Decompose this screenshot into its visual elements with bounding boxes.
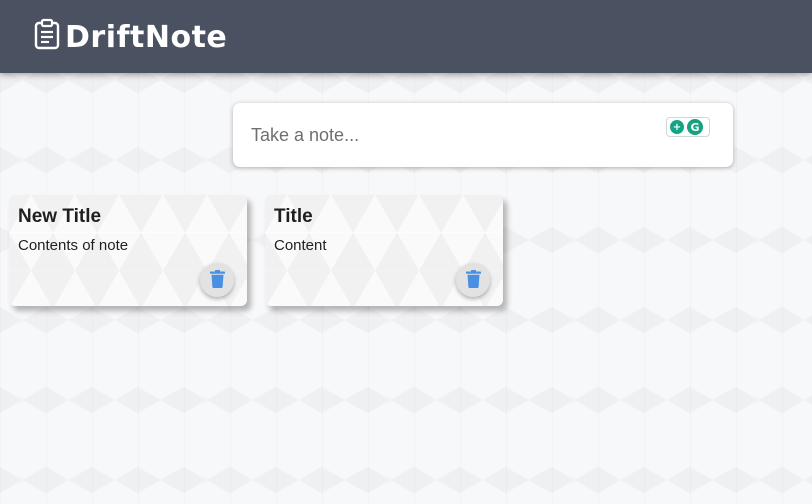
note-title: Title (274, 206, 313, 227)
delete-note-button[interactable] (200, 263, 234, 297)
delete-note-button[interactable] (456, 263, 490, 297)
take-note-input[interactable] (251, 124, 715, 146)
note-composer[interactable]: + G (233, 103, 733, 167)
grammar-assistant-icon[interactable]: + (670, 120, 684, 134)
grammarly-icon[interactable]: G (687, 119, 703, 135)
note-card[interactable]: Title Content (265, 195, 503, 306)
note-content: Contents of note (18, 237, 129, 254)
note-title: New Title (18, 206, 102, 227)
note-content: Content (274, 237, 327, 254)
trash-icon (209, 269, 225, 291)
app-title: DriftNote (65, 20, 228, 55)
app-header: DriftNote (0, 0, 812, 73)
browser-extension-badge[interactable]: + G (666, 117, 710, 137)
note-card[interactable]: New Title Contents of note (9, 195, 247, 306)
trash-icon (465, 269, 481, 291)
clipboard-icon (33, 18, 61, 50)
